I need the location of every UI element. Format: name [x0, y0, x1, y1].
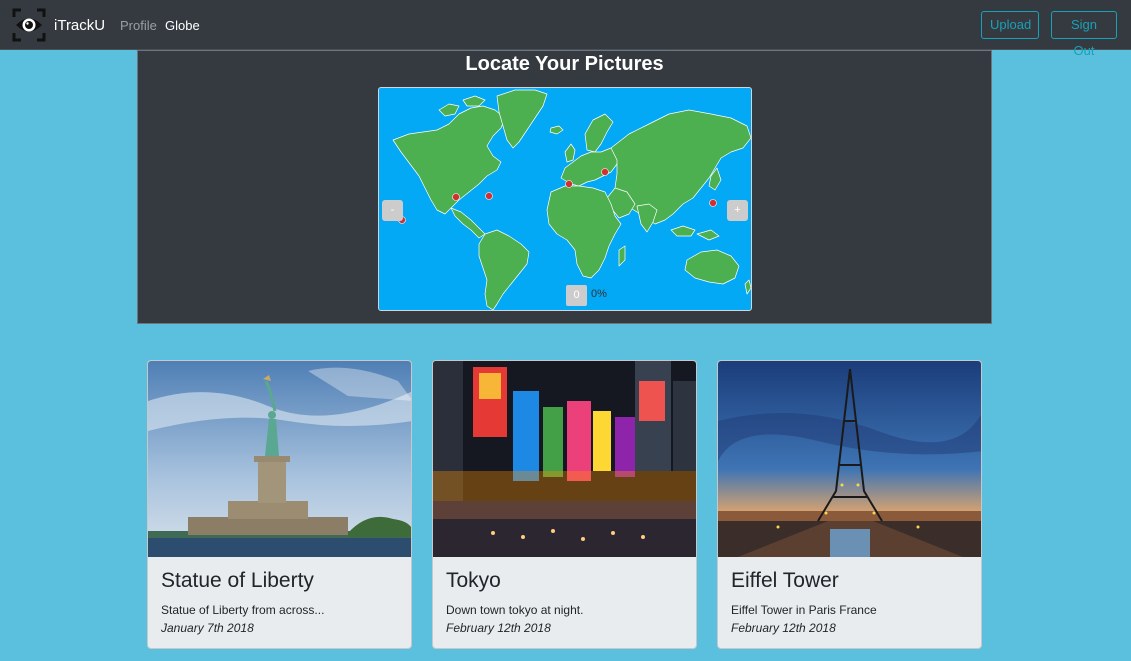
- brand-name: iTrackU: [54, 16, 106, 34]
- card-date: February 12th 2018: [731, 621, 836, 635]
- world-map[interactable]: - + 0 0%: [378, 87, 752, 311]
- location-marker: [601, 168, 609, 176]
- navbar: iTrackU Profile Globe Upload Sign Out: [0, 0, 1131, 58]
- card-description: Eiffel Tower in Paris France: [731, 603, 877, 617]
- photo-card[interactable]: Eiffel Tower Eiffel Tower in Paris Franc…: [717, 360, 982, 649]
- photo-card[interactable]: Statue of Liberty Statue of Liberty from…: [147, 360, 412, 649]
- brand[interactable]: iTrackU: [12, 8, 105, 42]
- greenland-landmass: [496, 89, 548, 149]
- location-marker: [565, 180, 573, 188]
- location-marker: [485, 192, 493, 200]
- nav-link-globe[interactable]: Globe: [165, 18, 200, 33]
- zoom-out-button[interactable]: -: [382, 200, 403, 221]
- world-map-graphic: [392, 89, 751, 310]
- upload-button[interactable]: Upload: [981, 11, 1039, 39]
- percent-label: 0%: [591, 288, 607, 300]
- photo-card[interactable]: Tokyo Down town tokyo at night. February…: [432, 360, 697, 649]
- tokyo-photo: [433, 361, 696, 557]
- page-title: Locate Your Pictures: [465, 53, 664, 75]
- sign-out-button[interactable]: Sign Out: [1051, 11, 1117, 58]
- eye-logo-icon: [12, 8, 46, 42]
- card-title: Statue of Liberty: [161, 569, 314, 592]
- card-title: Tokyo: [446, 569, 501, 592]
- south-america-landmass: [478, 229, 530, 310]
- location-marker: [452, 193, 460, 201]
- statue-of-liberty-photo: [148, 361, 411, 557]
- zoom-in-button[interactable]: +: [727, 200, 748, 221]
- australia-landmass: [684, 249, 740, 285]
- location-marker: [709, 199, 717, 207]
- nav-link-profile[interactable]: Profile: [120, 18, 157, 33]
- card-date: February 12th 2018: [446, 621, 551, 635]
- eiffel-tower-photo: [718, 361, 981, 557]
- card-description: Statue of Liberty from across...: [161, 603, 325, 617]
- globe-panel: Locate Your Pictures - + 0 0%: [137, 50, 992, 324]
- card-title: Eiffel Tower: [731, 569, 839, 592]
- card-date: January 7th 2018: [161, 621, 254, 635]
- photo-count-badge: 0: [566, 285, 587, 306]
- card-description: Down town tokyo at night.: [446, 603, 584, 617]
